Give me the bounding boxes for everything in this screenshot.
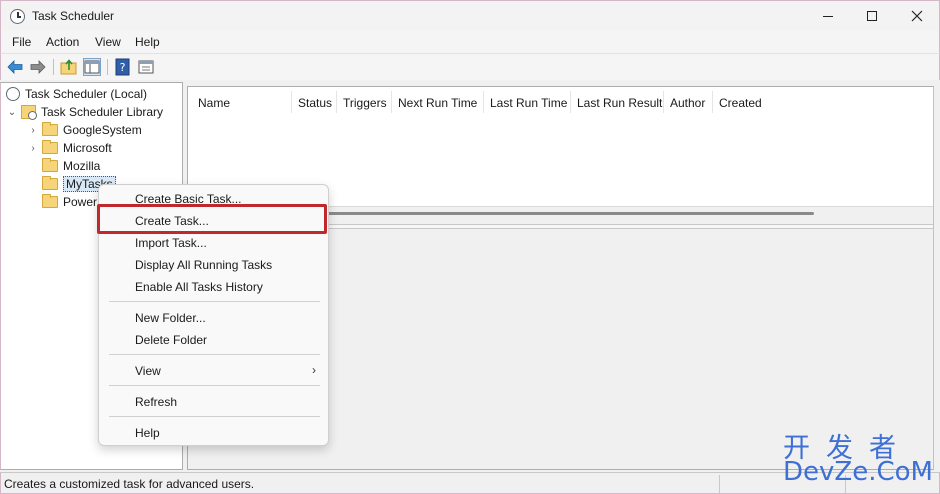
menu-item-delete-folder[interactable]: Delete Folder — [99, 328, 328, 350]
column-header-last-run-result[interactable]: Last Run Result — [571, 91, 664, 113]
tree-item-microsoft[interactable]: › Microsoft — [28, 139, 112, 157]
folder-icon — [42, 140, 58, 154]
back-arrow-icon — [7, 60, 23, 74]
tree-item-mozilla[interactable]: Mozilla — [42, 157, 100, 175]
svg-text:?: ? — [120, 61, 126, 74]
properties-button[interactable] — [137, 58, 155, 76]
up-folder-button[interactable] — [60, 58, 78, 76]
maximize-button[interactable] — [849, 1, 895, 31]
column-header-status[interactable]: Status — [292, 91, 337, 113]
chevron-right-icon[interactable]: › — [28, 143, 38, 154]
tree-item-label: GoogleSystem — [63, 123, 142, 137]
menu-separator — [109, 416, 320, 417]
maximize-icon — [867, 11, 877, 21]
menu-file[interactable]: File — [12, 35, 31, 49]
tree-item-root[interactable]: Task Scheduler (Local) — [6, 85, 147, 103]
column-header-name[interactable]: Name — [192, 91, 292, 113]
column-header-last-run-time[interactable]: Last Run Time — [484, 91, 571, 113]
chevron-down-icon[interactable]: ⌄ — [7, 107, 17, 118]
menu-action[interactable]: Action — [46, 35, 79, 49]
menu-item-help[interactable]: Help — [99, 421, 328, 443]
menu-item-new-folder[interactable]: New Folder... — [99, 306, 328, 328]
show-hide-console-tree-button[interactable] — [83, 58, 101, 76]
tree-item-label: Mozilla — [63, 159, 101, 173]
highlight-annotation-box — [97, 204, 327, 234]
status-text: Creates a customized task for advanced u… — [4, 477, 255, 491]
chevron-right-icon: › — [312, 363, 316, 377]
column-header-author[interactable]: Author — [664, 91, 713, 113]
tree-item-library[interactable]: ⌄ Task Scheduler Library — [7, 103, 163, 121]
column-headers: Name Status Triggers Next Run Time Last … — [188, 91, 933, 113]
tree-item-label: Task Scheduler (Local) — [25, 87, 148, 101]
menu-item-view[interactable]: View › — [99, 359, 328, 381]
minimize-icon — [823, 15, 833, 17]
column-header-next-run-time[interactable]: Next Run Time — [392, 91, 484, 113]
menu-item-refresh[interactable]: Refresh — [99, 390, 328, 412]
menu-item-label: View — [135, 364, 161, 378]
tree-item-label: Microsoft — [63, 141, 112, 155]
column-header-triggers[interactable]: Triggers — [337, 91, 392, 113]
horizontal-scrollbar[interactable] — [328, 212, 814, 215]
forward-button[interactable] — [29, 58, 47, 76]
close-icon — [911, 10, 923, 22]
title-bar: Task Scheduler — [0, 0, 940, 31]
folder-icon — [42, 194, 58, 208]
menu-help[interactable]: Help — [135, 35, 160, 49]
clock-icon — [6, 87, 20, 101]
menu-item-import-task[interactable]: Import Task... — [99, 231, 328, 253]
menu-bar: File Action View Help — [0, 31, 940, 53]
menu-separator — [109, 301, 320, 302]
status-divider — [719, 475, 720, 493]
menu-item-display-all-running-tasks[interactable]: Display All Running Tasks — [99, 253, 328, 275]
show-hide-tree-icon — [84, 60, 100, 74]
toolbar-separator — [107, 59, 108, 75]
tree-item-power[interactable]: Power — [42, 193, 97, 211]
clock-icon — [10, 9, 25, 24]
folder-icon — [42, 158, 58, 172]
tree-item-label: Power — [63, 195, 98, 209]
properties-icon — [138, 60, 154, 74]
window-title: Task Scheduler — [32, 9, 115, 23]
minimize-button[interactable] — [805, 1, 851, 31]
back-button[interactable] — [6, 58, 24, 76]
toolbar: ? — [0, 53, 940, 80]
folder-icon — [42, 122, 58, 136]
folder-up-icon — [60, 59, 77, 75]
forward-arrow-icon — [30, 60, 46, 74]
help-icon: ? — [115, 58, 130, 76]
tree-item-googlesystem[interactable]: › GoogleSystem — [28, 121, 142, 139]
menu-view[interactable]: View — [95, 35, 121, 49]
help-button[interactable]: ? — [114, 58, 132, 76]
close-button[interactable] — [894, 1, 940, 31]
folder-icon — [42, 176, 58, 190]
watermark-logo: 开发者 DevZe.CoM — [783, 426, 933, 488]
menu-separator — [109, 385, 320, 386]
chevron-right-icon[interactable]: › — [28, 125, 38, 136]
toolbar-separator — [53, 59, 54, 75]
menu-separator — [109, 354, 320, 355]
column-header-created[interactable]: Created — [713, 91, 793, 113]
menu-item-enable-all-tasks-history[interactable]: Enable All Tasks History — [99, 275, 328, 297]
library-folder-icon — [21, 105, 37, 120]
watermark-en-text: DevZe.CoM — [783, 457, 933, 487]
tree-item-label: Task Scheduler Library — [41, 105, 164, 119]
